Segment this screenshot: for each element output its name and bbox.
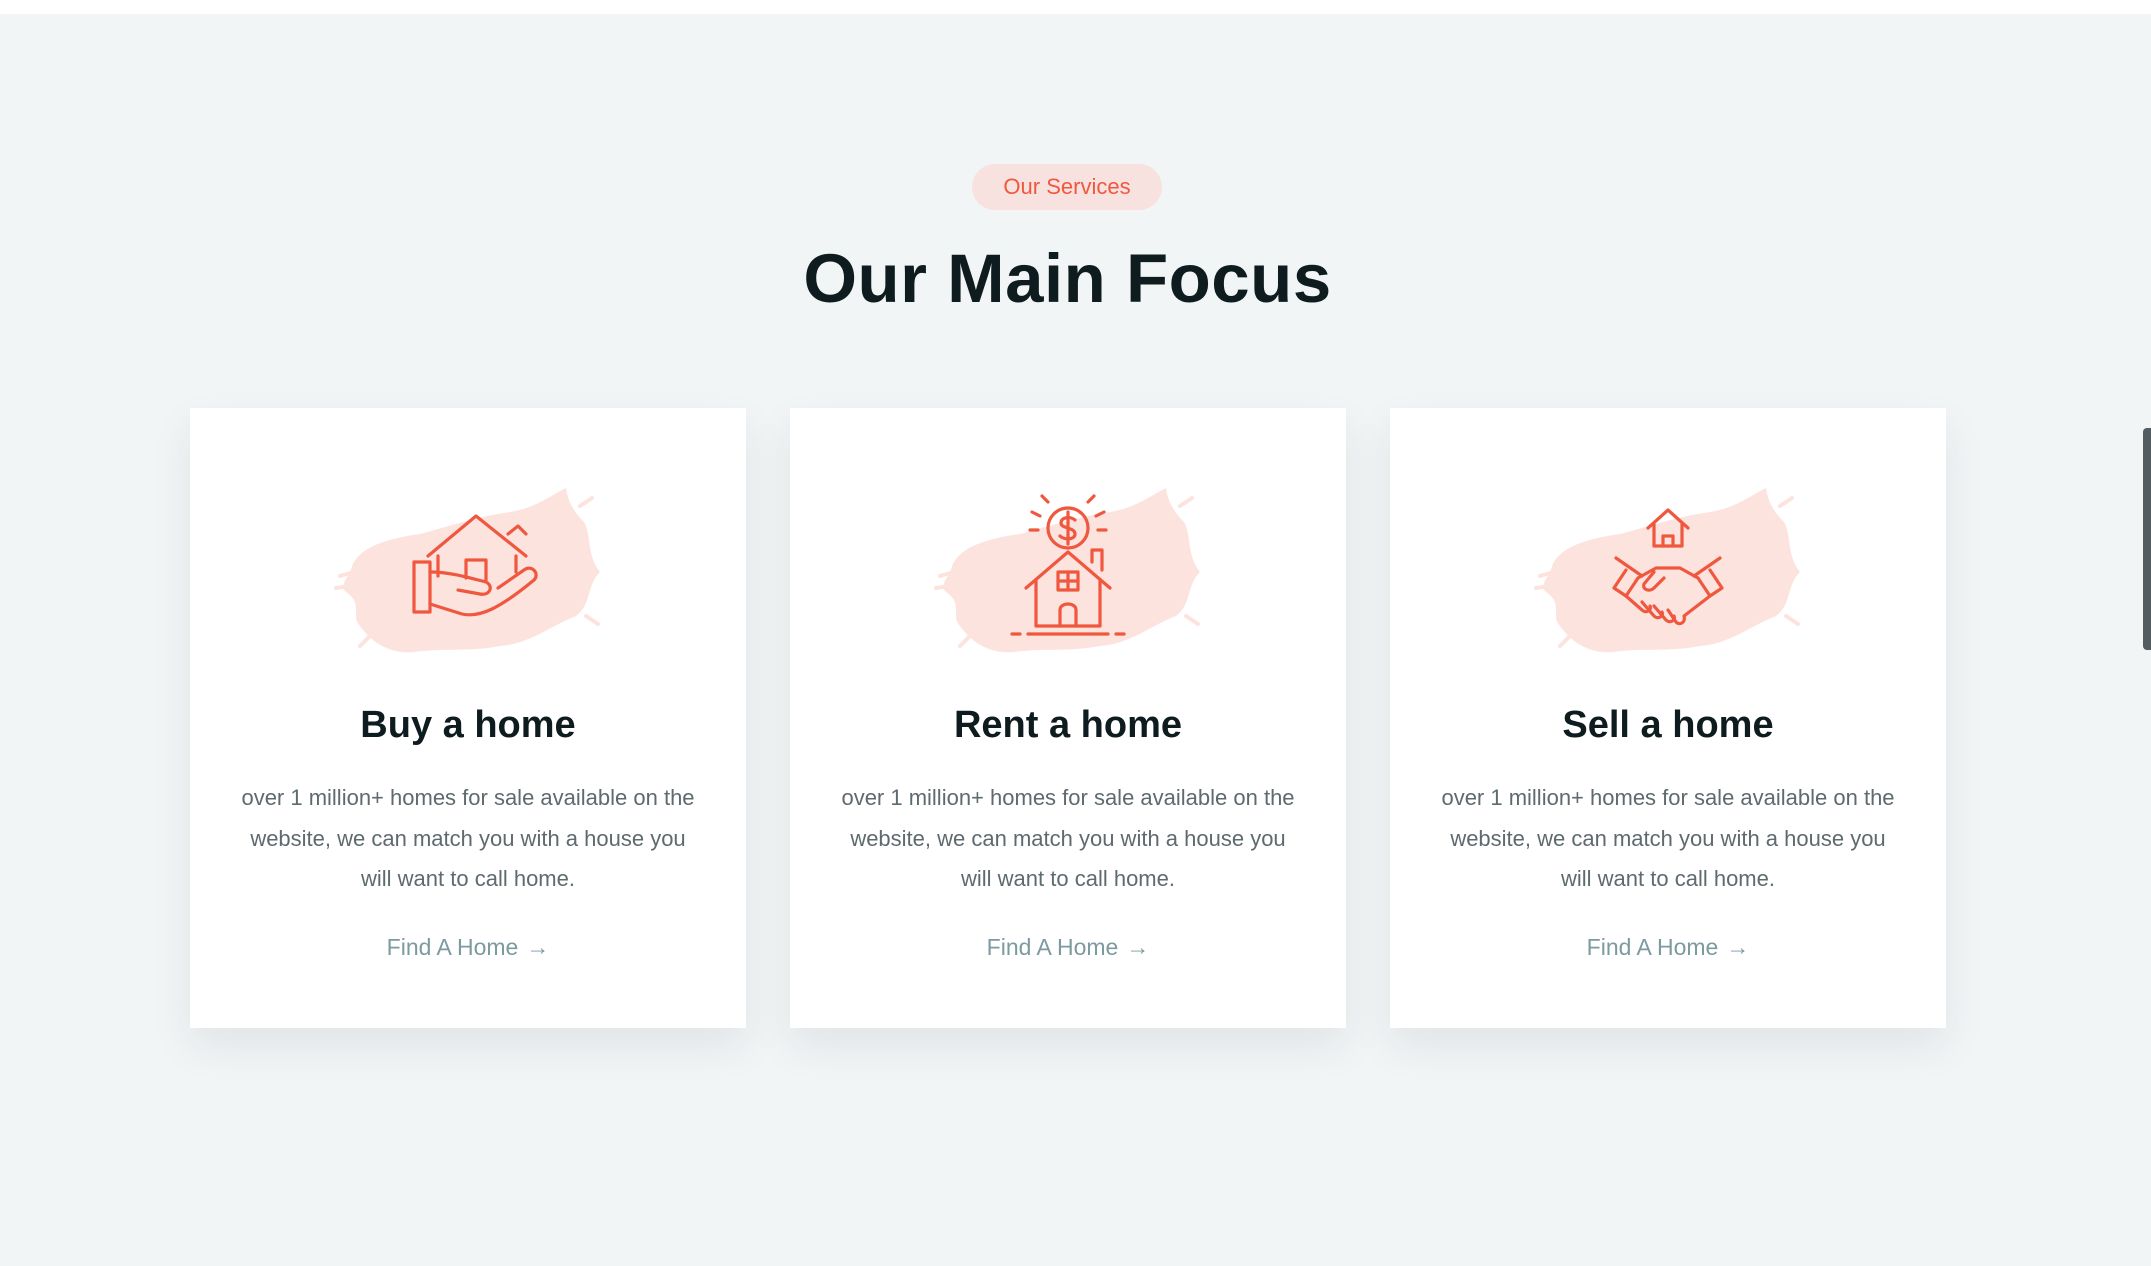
find-a-home-link[interactable]: Find A Home → — [1390, 934, 1946, 961]
services-section: Our Services Our Main Focus Buy a home o… — [0, 14, 2151, 1266]
card-description: over 1 million+ homes for sale available… — [841, 785, 1295, 891]
find-a-home-link[interactable]: Find A Home → — [190, 934, 746, 961]
scrollbar-thumb[interactable] — [2143, 428, 2151, 650]
card-title: Sell a home — [1562, 704, 1774, 746]
link-label: Find A Home — [386, 934, 519, 960]
section-badge: Our Services — [972, 164, 1162, 210]
card-title: Rent a home — [953, 704, 1183, 746]
service-card-sell: Sell a home over 1 million+ homes for sa… — [1390, 408, 1946, 1028]
link-label: Find A Home — [986, 934, 1119, 960]
handshake-house-icon — [1530, 476, 1806, 656]
service-card-rent: Rent a home over 1 million+ homes for sa… — [790, 408, 1346, 1028]
arrow-right-icon: → — [1726, 934, 1750, 960]
service-card-buy: Buy a home over 1 million+ homes for sal… — [190, 408, 746, 1028]
find-a-home-link[interactable]: Find A Home → — [790, 934, 1346, 961]
card-title: Buy a home — [360, 704, 576, 746]
card-description: over 1 million+ homes for sale available… — [1441, 785, 1895, 891]
arrow-right-icon: → — [1126, 934, 1150, 960]
house-in-hand-icon — [330, 476, 606, 656]
section-title: Our Main Focus — [803, 240, 1332, 317]
card-description: over 1 million+ homes for sale available… — [241, 785, 695, 891]
house-dollar-icon — [930, 476, 1206, 656]
arrow-right-icon: → — [526, 934, 550, 960]
link-label: Find A Home — [1586, 934, 1719, 960]
